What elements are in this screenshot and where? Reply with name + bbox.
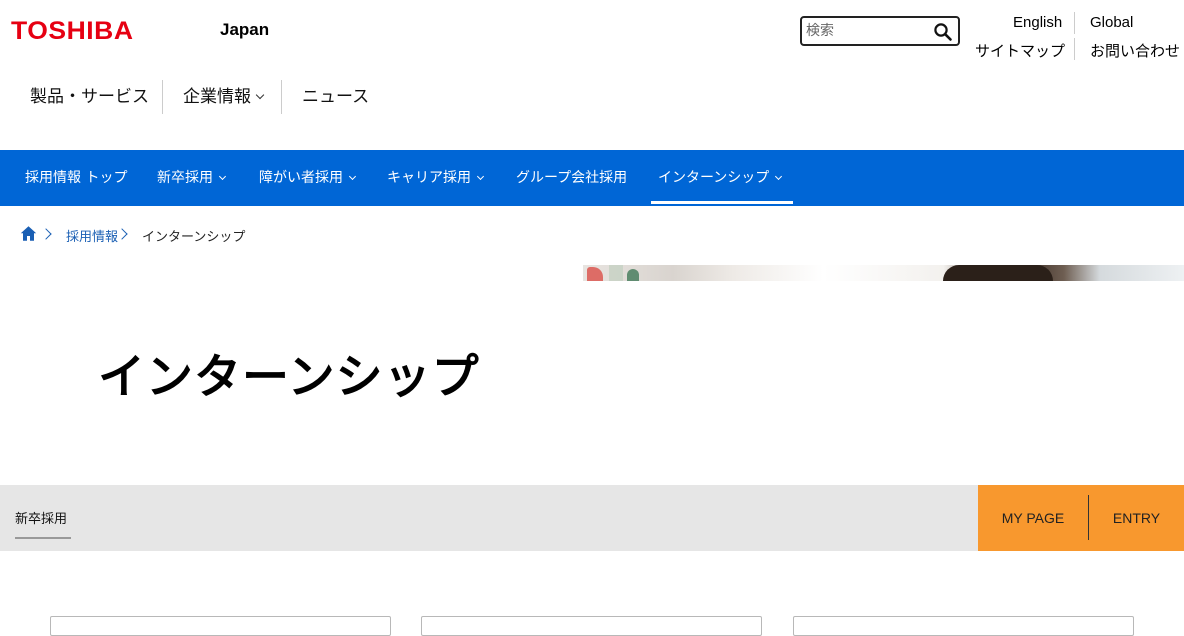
recruit-nav-label: インターンシップ <box>658 170 770 186</box>
my-page-button[interactable]: MY PAGE <box>978 485 1088 551</box>
chevron-down-icon <box>348 172 357 181</box>
region-label[interactable]: Japan <box>220 20 269 40</box>
recruit-nav-disability[interactable]: 障がい者採用 <box>259 150 357 206</box>
contact-link[interactable]: お問い合わせ <box>1090 40 1180 61</box>
sub-bar: 新卒採用 MY PAGE ENTRY <box>0 485 1184 551</box>
recruit-nav-new-graduate[interactable]: 新卒採用 <box>157 150 227 206</box>
nav-item-products[interactable]: 製品・サービス <box>30 78 149 116</box>
utility-divider <box>1074 12 1075 34</box>
breadcrumb-recruit[interactable]: 採用情報 <box>66 226 118 245</box>
nav-item-label: ニュース <box>302 87 370 107</box>
nav-item-news[interactable]: ニュース <box>302 78 369 116</box>
recruit-nav-label: グループ会社採用 <box>516 170 628 186</box>
chevron-right-icon <box>116 228 128 240</box>
tab-new-graduate[interactable]: 新卒採用 <box>15 508 67 527</box>
content-card[interactable] <box>793 616 1134 636</box>
recruit-nav: 採用情報 トップ 新卒採用 障がい者採用 キャリア採用 グループ会社採用 インタ… <box>0 150 1184 206</box>
nav-divider <box>281 80 282 114</box>
tab-underline <box>15 537 71 539</box>
recruit-nav-group[interactable]: グループ会社採用 <box>516 150 627 206</box>
hero-image <box>583 265 1184 281</box>
chevron-down-icon <box>218 172 227 181</box>
search-input[interactable] <box>806 21 928 41</box>
recruit-nav-top[interactable]: 採用情報 トップ <box>25 150 127 206</box>
chevron-down-icon <box>476 172 485 181</box>
nav-item-label: 製品・サービス <box>30 87 149 107</box>
english-link[interactable]: English <box>1013 14 1062 31</box>
utility-divider <box>1074 38 1075 60</box>
chevron-down-icon <box>775 172 783 181</box>
recruit-nav-internship[interactable]: インターンシップ <box>658 150 783 206</box>
recruit-nav-label: 障がい者採用 <box>259 170 343 186</box>
chevron-down-icon <box>255 90 265 100</box>
main-nav: 製品・サービス 企業情報 ニュース <box>0 78 600 116</box>
nav-item-label: 企業情報 <box>183 87 251 107</box>
hero-image-detail <box>627 269 639 281</box>
recruit-nav-label: キャリア採用 <box>387 170 471 186</box>
recruit-nav-career[interactable]: キャリア採用 <box>387 150 485 206</box>
utility-links: English Global サイトマップ お問い合わせ <box>960 8 1184 62</box>
entry-button[interactable]: ENTRY <box>1089 485 1184 551</box>
site-header: TOSHIBA Japan English Global サイトマップ お問い合… <box>0 0 1184 150</box>
content-card[interactable] <box>50 616 391 636</box>
hero-image-detail <box>587 267 603 281</box>
search-box <box>800 16 960 46</box>
sitemap-link[interactable]: サイトマップ <box>975 40 1065 61</box>
toshiba-logo[interactable]: TOSHIBA <box>11 17 133 46</box>
search-icon[interactable] <box>933 22 953 42</box>
hero-image-detail <box>609 265 623 281</box>
page-title: インターンシップ <box>98 350 480 405</box>
nav-item-company[interactable]: 企業情報 <box>183 78 265 116</box>
home-icon[interactable] <box>20 225 37 242</box>
recruit-nav-label: 採用情報 トップ <box>25 170 128 186</box>
recruit-nav-label: 新卒採用 <box>157 170 213 186</box>
hero-image-detail <box>943 265 1053 281</box>
active-tab-indicator <box>651 201 793 204</box>
nav-divider <box>162 80 163 114</box>
breadcrumb-current: インターンシップ <box>142 230 246 245</box>
content-card[interactable] <box>421 616 762 636</box>
action-buttons: MY PAGE ENTRY <box>978 485 1184 551</box>
chevron-right-icon <box>40 228 52 240</box>
global-link[interactable]: Global <box>1090 14 1133 31</box>
